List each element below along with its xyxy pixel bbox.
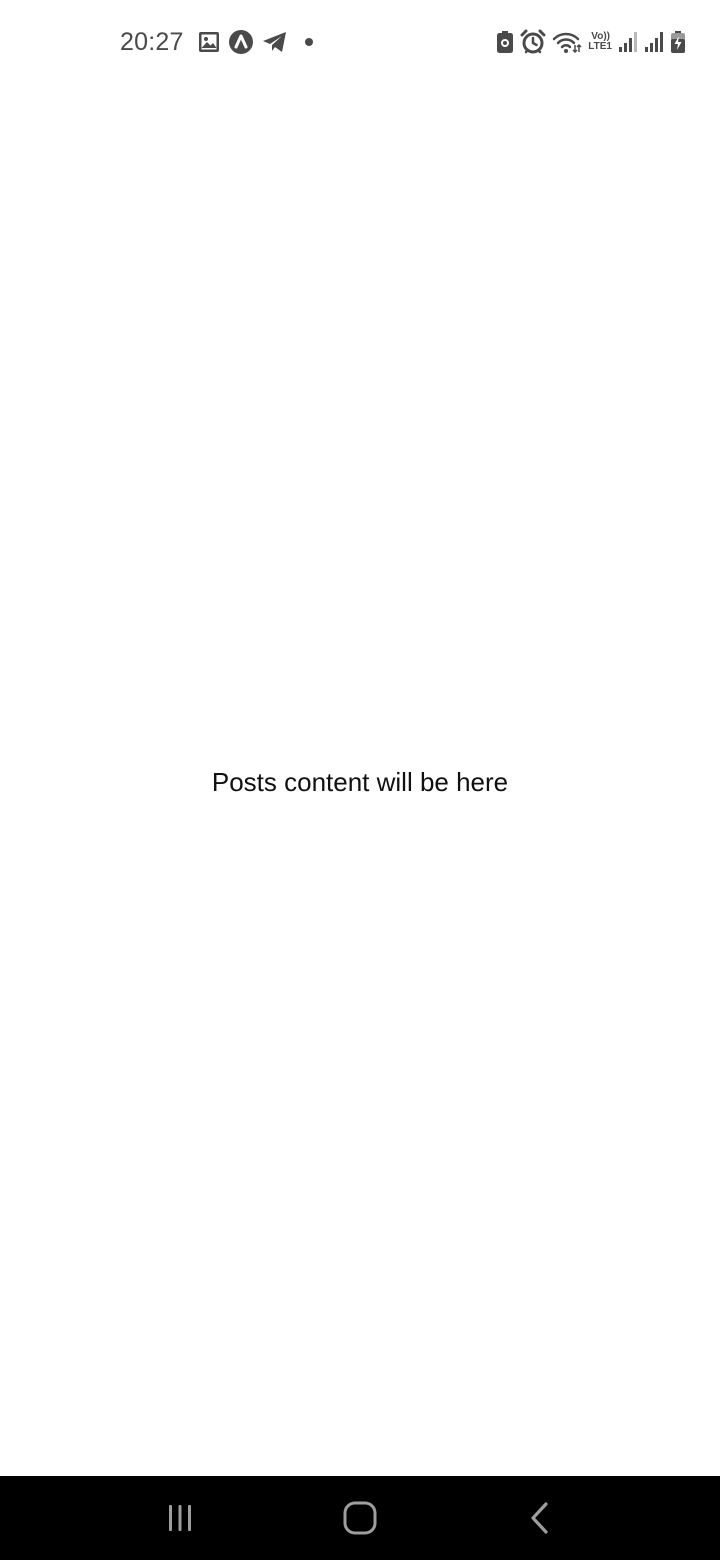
status-time: 20:27	[120, 27, 184, 56]
signal-sim1-icon	[618, 31, 638, 53]
home-icon	[343, 1501, 377, 1535]
status-bar-right: Vo)) LTE1	[496, 29, 686, 55]
home-button[interactable]	[320, 1476, 400, 1560]
alarm-icon	[520, 29, 546, 55]
recent-apps-button[interactable]	[140, 1476, 220, 1560]
status-bar: 20:27 Vo)) LTE1	[0, 0, 720, 84]
battery-charging-icon	[670, 30, 686, 54]
back-button[interactable]	[500, 1476, 580, 1560]
recent-apps-icon	[169, 1505, 191, 1531]
app-screen: 20:27 Vo)) LTE1 Posts content will be he…	[0, 0, 720, 1560]
posts-placeholder-text: Posts content will be here	[211, 766, 509, 797]
status-bar-left: 20:27	[120, 28, 314, 57]
back-chevron-icon	[531, 1502, 548, 1534]
navigation-bar	[0, 1476, 720, 1560]
volte-indicator: Vo)) LTE1	[588, 32, 612, 52]
gallery-icon	[198, 31, 220, 53]
app-notification-icon	[228, 29, 254, 55]
signal-sim2-icon	[644, 31, 664, 53]
battery-saver-icon	[496, 30, 514, 54]
wifi-icon	[552, 30, 582, 54]
more-notifications-dot-icon	[304, 37, 314, 47]
volte-bottom-label: LTE1	[588, 41, 612, 52]
telegram-icon	[262, 30, 288, 54]
posts-content-area: Posts content will be here	[0, 84, 720, 1476]
